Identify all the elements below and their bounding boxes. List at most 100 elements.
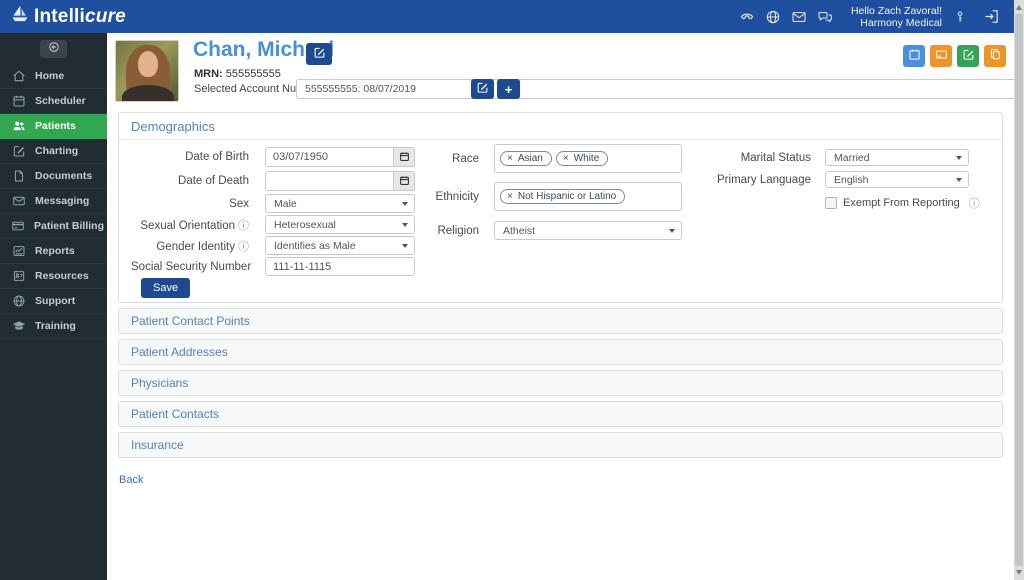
chat-icon[interactable] (817, 8, 834, 25)
race-tag[interactable]: × White (555, 151, 609, 166)
charting-button[interactable] (957, 45, 979, 67)
religion-label: Religion (437, 224, 479, 237)
mail-icon[interactable] (791, 8, 808, 25)
sidebar-nav: Home Scheduler Patients Charting Documen… (0, 64, 117, 339)
sidebar-item-charting[interactable]: Charting (0, 139, 107, 164)
ethnicity-tag[interactable]: × Not Hispanic or Latino (500, 189, 626, 204)
practice-name: Harmony Medical (860, 16, 942, 29)
remove-tag-icon[interactable]: × (563, 153, 569, 164)
info-icon[interactable]: ⓘ (238, 220, 249, 232)
caret-down-icon (956, 178, 962, 182)
edit-account-button[interactable] (471, 79, 494, 99)
race-label: Race (452, 152, 479, 165)
sidebar-item-reports[interactable]: Reports (0, 239, 107, 264)
main-content: Chan, Michael MRN: 555555555 Selected Ac… (107, 33, 1024, 580)
patients-icon (11, 119, 26, 134)
race-multiselect[interactable]: × Asian × White (494, 144, 682, 173)
sexual-orientation-label: Sexual Orientation ⓘ (140, 219, 249, 232)
credit-card-icon (11, 219, 25, 234)
sidebar-item-resources[interactable]: Resources (0, 264, 107, 289)
dob-label: Date of Birth (185, 151, 249, 163)
credit-card-icon (935, 48, 948, 64)
edit-pencil-icon (962, 48, 975, 64)
scrollbar-up-arrow[interactable] (1016, 5, 1022, 10)
copy-icon (989, 48, 1002, 64)
patient-photo (115, 40, 179, 102)
sidebar-item-support[interactable]: Support (0, 289, 107, 314)
back-link[interactable]: Back (119, 474, 143, 486)
edit-patient-name-button[interactable] (306, 43, 332, 65)
ethnicity-label: Ethnicity (435, 190, 479, 203)
add-account-button[interactable]: + (497, 79, 520, 99)
document-icon (11, 169, 26, 184)
account-number-value: 555555555: 08/07/2019 (305, 83, 416, 95)
report-chart-icon (11, 244, 26, 259)
demographics-panel: Demographics Date of Birth Date of Death… (118, 112, 1003, 303)
sidebar-item-patient-billing[interactable]: Patient Billing (0, 214, 117, 239)
key-icon[interactable] (951, 8, 968, 25)
greeting-line: Hello Zach Zavoral! (850, 4, 942, 17)
calendar-icon (908, 48, 921, 64)
sidebar-item-home[interactable]: Home (0, 64, 107, 89)
section-patient-addresses[interactable]: Patient Addresses (118, 339, 1003, 365)
sidebar-item-documents[interactable]: Documents (0, 164, 107, 189)
remove-tag-icon[interactable]: × (507, 191, 513, 202)
race-tag[interactable]: × Asian (500, 151, 552, 166)
logout-icon[interactable] (983, 8, 1000, 25)
home-icon (11, 69, 26, 84)
exempt-from-reporting-checkbox[interactable] (825, 197, 837, 209)
caret-down-icon (956, 156, 962, 160)
globe-icon (11, 294, 26, 309)
ssn-label: Social Security Number (131, 260, 252, 273)
copy-documents-button[interactable] (984, 45, 1006, 67)
remove-tag-icon[interactable]: × (507, 153, 513, 164)
ethnicity-multiselect[interactable]: × Not Hispanic or Latino (494, 182, 682, 211)
exempt-from-reporting-label: Exempt From Reporting (843, 197, 960, 209)
demographics-header[interactable]: Demographics (119, 113, 1002, 140)
charting-icon (11, 144, 26, 159)
caret-down-icon (669, 229, 675, 233)
section-patient-contact-points[interactable]: Patient Contact Points (118, 308, 1003, 334)
brand-logo[interactable]: Intellicure (0, 4, 126, 29)
section-physicians[interactable]: Physicians (118, 370, 1003, 396)
section-patient-contacts[interactable]: Patient Contacts (118, 401, 1003, 427)
mrn-value: 555555555 (225, 68, 281, 80)
sidebar: Home Scheduler Patients Charting Documen… (0, 33, 117, 580)
sidebar-item-training[interactable]: Training (0, 314, 107, 339)
graduation-cap-icon (11, 319, 26, 334)
envelope-icon (11, 194, 26, 209)
marital-status-select[interactable]: Married (825, 149, 969, 166)
section-insurance[interactable]: Insurance (118, 432, 1003, 458)
brand-name: Intellicure (34, 5, 126, 27)
sailboat-logo-icon (10, 4, 30, 29)
globe-icon[interactable] (765, 8, 782, 25)
sidebar-item-messaging[interactable]: Messaging (0, 189, 107, 214)
scrollbar-down-arrow[interactable] (1016, 570, 1022, 575)
page-scrollbar[interactable] (1014, 0, 1024, 580)
calendar-icon (11, 94, 26, 109)
religion-select[interactable]: Atheist (494, 221, 682, 240)
sidebar-item-patients[interactable]: Patients (0, 114, 107, 139)
sidebar-item-scheduler[interactable]: Scheduler (0, 89, 107, 114)
id-card-icon (11, 269, 26, 284)
primary-language-select[interactable]: English (825, 171, 969, 188)
account-number-select[interactable]: 555555555: 08/07/2019 (296, 79, 1024, 99)
scrollbar-thumb[interactable] (1015, 14, 1023, 566)
demographics-body: Date of Birth Date of Death Sex Male Sex… (119, 140, 1002, 302)
gender-identity-label: Gender Identity ⓘ (156, 240, 249, 253)
caret-down-icon (402, 244, 408, 248)
edit-pencil-icon (313, 46, 326, 62)
appointments-button[interactable] (903, 45, 925, 67)
info-icon[interactable]: ⓘ (238, 241, 249, 253)
mrn-label: MRN: (194, 68, 223, 80)
ssn-input[interactable] (265, 257, 415, 276)
phone-icon[interactable] (739, 8, 756, 25)
collapse-sidebar-button[interactable] (40, 40, 67, 58)
info-icon[interactable]: ⓘ (969, 195, 980, 211)
save-button[interactable]: Save (141, 278, 191, 298)
marital-status-label: Marital Status (740, 151, 811, 164)
billing-button[interactable] (930, 45, 952, 67)
quick-actions (903, 45, 1006, 67)
primary-language-label: Primary Language (717, 173, 811, 186)
collapse-sidebar-icon (48, 40, 60, 58)
